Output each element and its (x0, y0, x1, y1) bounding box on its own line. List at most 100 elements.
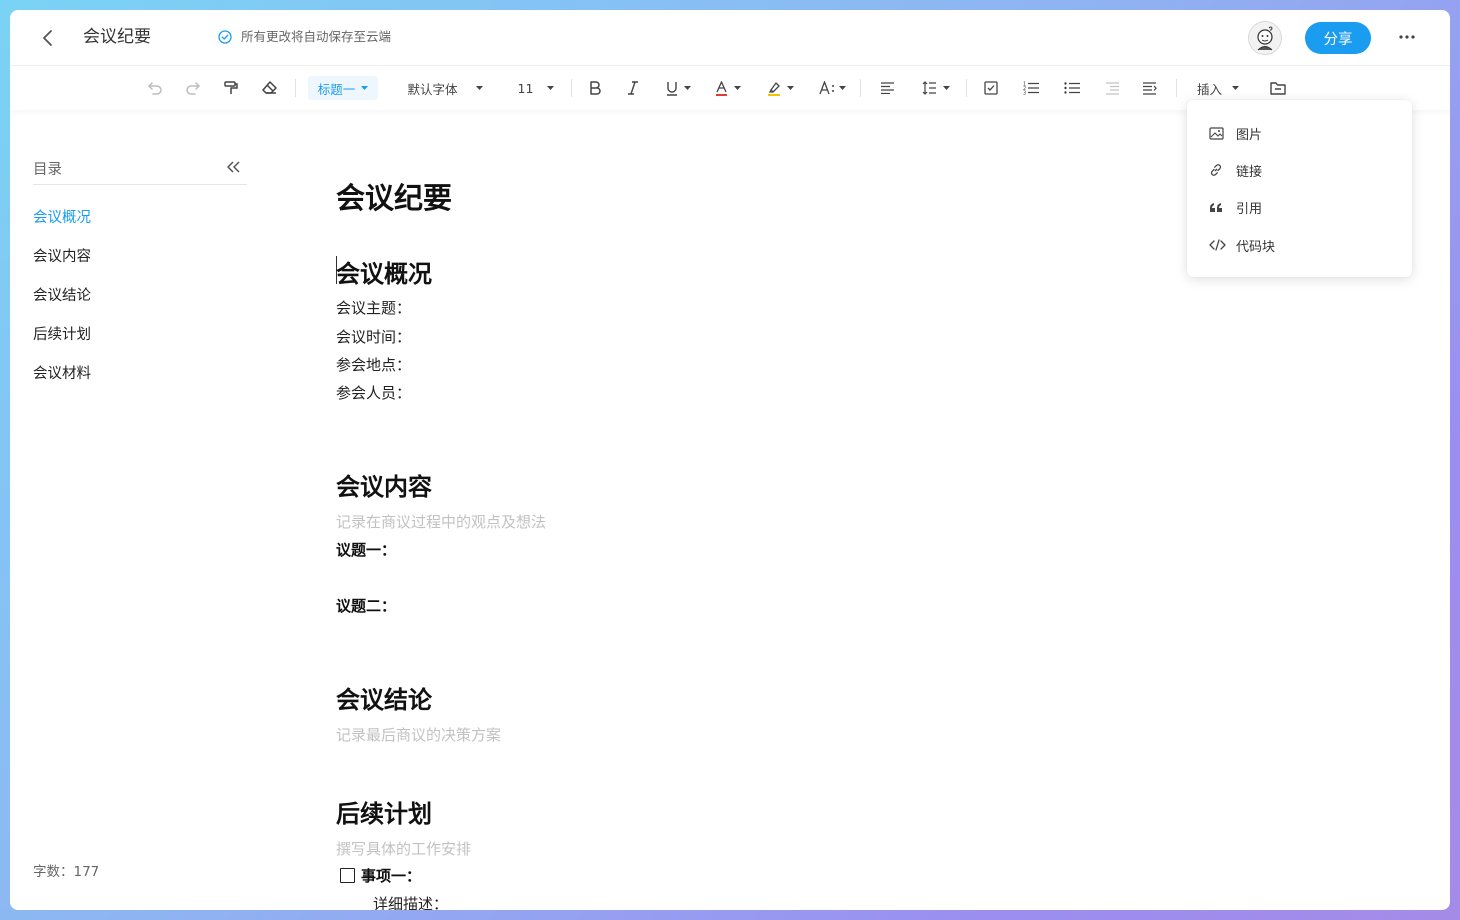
topic-two-label[interactable]: 议题二： (336, 595, 396, 616)
insert-menu-item-image[interactable]: 图片 (1209, 122, 1262, 144)
insert-dropdown-menu: 图片 链接 引用 代码块 (1187, 100, 1412, 277)
caret-down-icon (547, 85, 555, 90)
share-button[interactable]: 分享 (1305, 22, 1371, 54)
quote-icon (1209, 202, 1227, 213)
code-icon (1209, 239, 1227, 251)
font-color-icon (716, 80, 727, 96)
font-size-select[interactable]: 11 (516, 76, 556, 100)
insert-menu-label: 引用 (1236, 201, 1263, 217)
toc-item-follow-up-plan[interactable]: 后续计划 (33, 325, 91, 345)
caret-down-icon (1232, 85, 1239, 90)
insert-menu-label: 链接 (1236, 164, 1263, 180)
task-item-label: 事项一： (361, 867, 422, 885)
field-meeting-topic[interactable]: 会议主题： (336, 297, 411, 318)
section-heading-conclusion[interactable]: 会议结论 (336, 680, 432, 715)
folder-icon (1270, 81, 1286, 95)
checklist-button[interactable] (980, 76, 1002, 100)
topic-one-label[interactable]: 议题一： (336, 539, 396, 560)
word-count: 字数：177 (33, 864, 100, 880)
task-item[interactable]: 事项一： (340, 865, 421, 886)
eraser-icon (261, 81, 277, 94)
insert-menu-item-link[interactable]: 链接 (1209, 159, 1262, 181)
font-family-value: 默认字体 (407, 81, 458, 97)
toc-item-meeting-content[interactable]: 会议内容 (33, 247, 91, 267)
caret-down-icon (734, 85, 741, 90)
align-button[interactable] (876, 76, 898, 100)
save-status-text: 所有更改将自动保存至云端 (241, 29, 392, 44)
line-spacing-button[interactable] (918, 76, 954, 100)
checkbox-icon (984, 81, 998, 95)
check-circle-icon (218, 30, 232, 44)
toolbar-divider (966, 79, 967, 97)
font-color-button[interactable] (710, 76, 746, 100)
placeholder-hint[interactable]: 记录在商议过程中的观点及想法 (336, 511, 546, 532)
caret-down-icon (786, 85, 794, 90)
toolbar-divider (860, 79, 861, 97)
undo-icon (148, 82, 162, 95)
caret-down-icon (361, 85, 369, 90)
caret-down-icon (475, 85, 483, 90)
caret-down-icon (943, 85, 950, 90)
toc-item-meeting-conclusion[interactable]: 会议结论 (33, 286, 91, 306)
insert-menu-item-code-block[interactable]: 代码块 (1209, 234, 1275, 256)
align-left-icon (880, 82, 894, 94)
indent-icon (1142, 81, 1157, 95)
format-painter-button[interactable] (220, 76, 242, 100)
editor-window: 会议纪要 所有更改将自动保存至云端 分享 标题一 默认字体 11 1 2 3 插… (10, 10, 1450, 910)
toc-item-meeting-overview[interactable]: 会议概况 (33, 208, 91, 228)
insert-menu-label: 代码块 (1236, 239, 1276, 255)
font-size-adjust-button[interactable] (814, 76, 850, 100)
user-avatar-icon (1257, 26, 1273, 51)
back-button[interactable] (34, 24, 62, 52)
task-checkbox[interactable] (340, 868, 355, 883)
bullet-list-icon (1063, 82, 1080, 94)
insert-menu-label: 图片 (1236, 127, 1263, 143)
italic-icon (628, 81, 638, 95)
insert-menu-item-quote[interactable]: 引用 (1209, 196, 1262, 218)
redo-button[interactable] (182, 76, 204, 100)
document-body[interactable]: 会议纪要 会议概况 会议主题： 会议时间： 参会地点： 参会人员： 会议内容 记… (336, 110, 1176, 910)
ordered-list-icon: 123 (1023, 82, 1039, 95)
underline-icon (666, 81, 677, 96)
bullet-list-button[interactable] (1061, 76, 1083, 100)
underline-button[interactable] (660, 76, 696, 100)
italic-button[interactable] (622, 76, 644, 100)
field-meeting-location[interactable]: 参会地点： (336, 354, 411, 375)
highlight-color-button[interactable] (762, 76, 798, 100)
more-horizontal-icon (1399, 35, 1415, 39)
document-heading[interactable]: 会议纪要 (336, 175, 452, 217)
toolbar-divider (1176, 79, 1177, 97)
indent-button[interactable] (1138, 76, 1160, 100)
heading-select[interactable]: 标题一 (308, 76, 378, 100)
section-heading-overview[interactable]: 会议概况 (336, 254, 432, 289)
heading-select-value: 标题一 (317, 81, 356, 97)
folder-button[interactable] (1267, 76, 1289, 100)
save-status: 所有更改将自动保存至云端 (218, 27, 391, 47)
more-options-button[interactable] (1394, 24, 1420, 50)
bold-button[interactable] (584, 76, 606, 100)
caret-down-icon (683, 85, 691, 90)
clear-format-button[interactable] (258, 76, 280, 100)
outdent-button[interactable] (1101, 76, 1123, 100)
header-bar: 会议纪要 所有更改将自动保存至云端 分享 (10, 10, 1450, 66)
placeholder-hint[interactable]: 记录最后商议的决策方案 (336, 724, 501, 745)
field-attendees[interactable]: 参会人员： (336, 382, 411, 403)
avatar[interactable] (1248, 21, 1282, 55)
ordered-list-button[interactable]: 123 (1020, 76, 1042, 100)
toolbar-divider (295, 79, 296, 97)
toc-item-meeting-materials[interactable]: 会议材料 (33, 364, 91, 384)
insert-menu-button[interactable]: 插入 (1194, 76, 1242, 100)
caret-down-icon (838, 85, 846, 90)
image-icon (1209, 126, 1227, 140)
toc-collapse-button[interactable] (224, 157, 244, 177)
format-painter-icon (224, 81, 238, 94)
field-meeting-time[interactable]: 会议时间： (336, 326, 411, 347)
section-heading-follow-up[interactable]: 后续计划 (336, 794, 432, 829)
font-family-select[interactable]: 默认字体 (402, 76, 488, 100)
placeholder-hint[interactable]: 撰写具体的工作安排 (336, 838, 471, 859)
section-heading-content[interactable]: 会议内容 (336, 467, 432, 502)
insert-label: 插入 (1196, 81, 1222, 97)
document-title[interactable]: 会议纪要 (83, 24, 151, 50)
undo-button[interactable] (144, 76, 166, 100)
task-detail-label[interactable]: 详细描述： (373, 893, 448, 910)
